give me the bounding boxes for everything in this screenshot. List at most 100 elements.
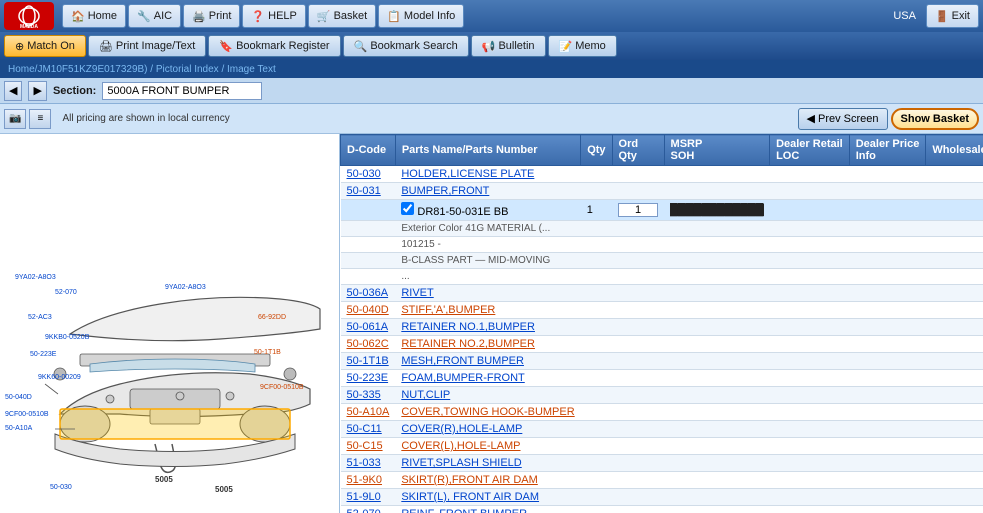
parts-name-text[interactable]: REINF, FRONT BUMPER (401, 508, 527, 513)
print-button[interactable]: 🖨️ Print (183, 4, 240, 28)
dcode-cell[interactable]: 50-040D (341, 302, 396, 319)
dcode-link[interactable]: 50-040D (347, 304, 389, 316)
wholesale-cell (926, 200, 983, 221)
dcode-link[interactable]: 52-070 (347, 508, 381, 513)
parts-name-text[interactable]: STIFF,'A',BUMPER (401, 304, 495, 316)
bookmark-search-button[interactable]: 🔍 Bookmark Search (343, 35, 469, 57)
parts-name-text[interactable]: SKIRT(R),FRONT AIR DAM (401, 474, 538, 486)
dcode-link[interactable]: 50-335 (347, 389, 381, 401)
table-row: Exterior Color 41G MATERIAL (... (341, 221, 983, 237)
price-cell (849, 200, 926, 221)
bulletin-button[interactable]: 📢 Bulletin (471, 35, 546, 57)
diagram-camera-button[interactable]: 📷 (4, 109, 26, 129)
dcode-link[interactable]: 50-062C (347, 338, 389, 350)
svg-text:MAZDA: MAZDA (20, 24, 38, 30)
dcode-cell[interactable]: 50-061A (341, 319, 396, 336)
print-image-button[interactable]: 🖨 Print Image/Text (88, 35, 206, 57)
dcode-link[interactable]: 50-A10A (347, 406, 390, 418)
parts-name-text[interactable]: FOAM,BUMPER-FRONT (401, 372, 524, 384)
section-prev-button[interactable]: ◀ (4, 81, 22, 101)
parts-name-text[interactable]: NUT,CLIP (401, 389, 450, 401)
exit-button[interactable]: 🚪 Exit (926, 4, 979, 28)
parts-name-text[interactable]: HOLDER,LICENSE PLATE (401, 168, 534, 180)
exit-label: Exit (952, 10, 970, 22)
basket-label: Basket (334, 10, 368, 22)
bookmark-search-label: Bookmark Search (370, 40, 457, 52)
msrp-cell (664, 183, 770, 200)
ord-qty-input[interactable] (618, 203, 658, 217)
help-button[interactable]: ❓ HELP (242, 4, 305, 28)
main-content: 9YA02-A8O3 52-070 9YA02-A8O3 52-AC3 9KKB… (0, 134, 983, 513)
dcode-link[interactable]: 51-9K0 (347, 474, 382, 486)
home-button[interactable]: 🏠 Home (62, 4, 126, 28)
table-row: 50-C15 COVER(L),HOLE-LAMP (341, 438, 983, 455)
dcode-cell[interactable]: 50-036A (341, 285, 396, 302)
dcode-link[interactable]: 50-030 (347, 168, 381, 180)
print-label: Print (209, 10, 232, 22)
dcode-cell[interactable]: 51-033 (341, 455, 396, 472)
parts-name-text: DR81-50-031E BB (417, 206, 508, 218)
dcode-link[interactable]: 50-223E (347, 372, 389, 384)
breadcrumb-text: Home/JM10F51KZ9E017329B) / Pictorial Ind… (8, 64, 276, 75)
dcode-cell (341, 221, 396, 237)
dcode-cell[interactable]: 50-030 (341, 166, 396, 183)
dcode-cell[interactable]: 50-223E (341, 370, 396, 387)
dcode-cell[interactable]: 50-031 (341, 183, 396, 200)
dcode-cell[interactable]: 50-A10A (341, 404, 396, 421)
parts-name-text[interactable]: RETAINER NO.2,BUMPER (401, 338, 535, 350)
ord-qty-cell[interactable] (612, 200, 664, 221)
parts-name-text[interactable]: RIVET,SPLASH SHIELD (401, 457, 521, 469)
dcode-link[interactable]: 50-036A (347, 287, 389, 299)
dcode-link[interactable]: 50-031 (347, 185, 381, 197)
section-input[interactable] (102, 82, 262, 100)
parts-name-text[interactable]: RIVET (401, 287, 433, 299)
dcode-cell[interactable]: 52-070 (341, 506, 396, 513)
price-cell (849, 183, 926, 200)
parts-panel[interactable]: D-Code Parts Name/Parts Number Qty OrdQt… (340, 134, 983, 513)
model-info-button[interactable]: 📋 Model Info (378, 4, 464, 28)
match-on-button[interactable]: ⊕ Match On (4, 35, 86, 57)
prev-screen-button[interactable]: ◀ Prev Screen (798, 108, 888, 130)
aic-button[interactable]: 🔧 AIC (128, 4, 181, 28)
dcode-link[interactable]: 50-061A (347, 321, 389, 333)
dcode-link[interactable]: 50-1T1B (347, 355, 389, 367)
parts-name-text[interactable]: BUMPER,FRONT (401, 185, 489, 197)
dcode-link[interactable]: 51-9L0 (347, 491, 381, 503)
section-next-button[interactable]: ▶ (28, 81, 46, 101)
wholesale-cell (926, 489, 983, 506)
diagram-list-button[interactable]: ≡ (29, 109, 51, 129)
parts-name-cell: REINF, FRONT BUMPER (395, 506, 580, 513)
memo-button[interactable]: 📝 Memo (548, 35, 617, 57)
parts-name-text[interactable]: COVER,TOWING HOOK-BUMPER (401, 406, 574, 418)
parts-name-text[interactable]: RETAINER NO.1,BUMPER (401, 321, 535, 333)
parts-name-text[interactable]: SKIRT(L), FRONT AIR DAM (401, 491, 539, 503)
breadcrumb: Home/JM10F51KZ9E017329B) / Pictorial Ind… (0, 60, 983, 78)
bookmark-register-button[interactable]: 🔖 Bookmark Register (208, 35, 340, 57)
show-basket-button[interactable]: Show Basket (891, 108, 979, 130)
dcode-link[interactable]: 51-033 (347, 457, 381, 469)
dcode-cell[interactable]: 50-335 (341, 387, 396, 404)
dcode-cell (341, 200, 396, 221)
dcode-cell[interactable]: 50-062C (341, 336, 396, 353)
price-cell (849, 404, 926, 421)
dcode-link[interactable]: 50-C15 (347, 440, 383, 452)
parts-name-text[interactable]: MESH,FRONT BUMPER (401, 355, 524, 367)
dcode-cell[interactable]: 51-9L0 (341, 489, 396, 506)
qty-cell (581, 221, 612, 237)
basket-button[interactable]: 🛒 Basket (308, 4, 376, 28)
dcode-cell[interactable]: 50-C11 (341, 421, 396, 438)
parts-name-text[interactable]: COVER(L),HOLE-LAMP (401, 440, 520, 452)
wholesale-cell (926, 221, 983, 237)
parts-name-text: B-CLASS PART — MID-MOVING (401, 255, 550, 266)
part-checkbox[interactable] (401, 202, 414, 215)
col-msrp: MSRPSOH (664, 135, 770, 166)
dcode-cell[interactable]: 50-1T1B (341, 353, 396, 370)
dcode-link[interactable]: 50-C11 (347, 423, 382, 435)
parts-name-text[interactable]: COVER(R),HOLE-LAMP (401, 423, 522, 435)
dcode-cell[interactable]: 50-C15 (341, 438, 396, 455)
svg-text:9YA02-A8O3: 9YA02-A8O3 (165, 284, 206, 291)
parts-name-cell: STIFF,'A',BUMPER (395, 302, 580, 319)
qty-cell (581, 387, 612, 404)
dcode-cell[interactable]: 51-9K0 (341, 472, 396, 489)
parts-name-cell: COVER,TOWING HOOK-BUMPER (395, 404, 580, 421)
